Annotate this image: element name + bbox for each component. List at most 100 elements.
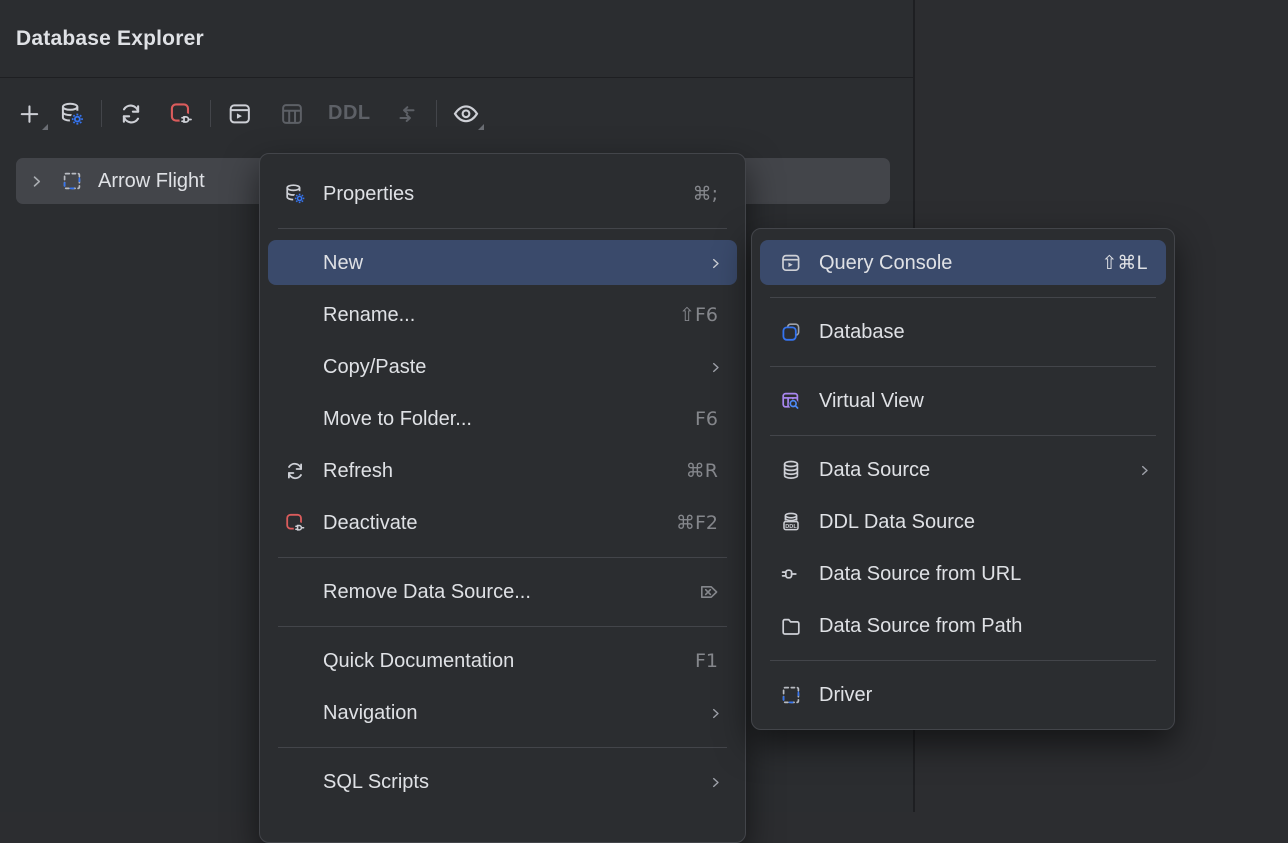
toolbar-separator: [436, 100, 437, 127]
menu-item-database[interactable]: Database: [752, 306, 1174, 358]
icon-placeholder: [283, 407, 307, 431]
menu-item-ddl-data-source[interactable]: DDL DDL Data Source: [752, 496, 1174, 548]
eye-icon: [451, 99, 481, 129]
menu-item-rename[interactable]: Rename... ⇧F6: [260, 289, 745, 341]
icon-placeholder: [283, 251, 307, 275]
icon-placeholder: [283, 355, 307, 379]
virtual-view-icon: [779, 389, 803, 413]
panel-toolbar: DDL: [0, 78, 913, 149]
view-options-button[interactable]: [452, 100, 480, 128]
driver-dashed-icon: [60, 169, 84, 193]
submenu-arrow-icon: [707, 705, 724, 722]
table-icon: [278, 100, 306, 128]
menu-separator: [278, 626, 727, 627]
toolbar-separator: [101, 100, 102, 127]
driver-dashed-icon: [779, 683, 803, 707]
menu-item-shortcut: F6: [695, 408, 718, 430]
menu-item-label: SQL Scripts: [323, 771, 707, 794]
menu-item-shortcut: ⇧F6: [679, 304, 718, 326]
menu-item-copy-paste[interactable]: Copy/Paste: [260, 341, 745, 393]
menu-item-label: Copy/Paste: [323, 356, 707, 379]
menu-item-label: Navigation: [323, 702, 707, 725]
menu-item-deactivate[interactable]: Deactivate ⌘F2: [260, 497, 745, 549]
swap-arrows-icon: [393, 100, 421, 128]
icon-placeholder: [283, 580, 307, 604]
table-view-button: [278, 100, 306, 128]
menu-item-data-source-from-url[interactable]: Data Source from URL: [752, 548, 1174, 600]
dropdown-caret-icon: [478, 124, 484, 130]
folder-icon: [779, 614, 803, 638]
menu-item-label: New: [323, 252, 707, 275]
context-menu: Properties ⌘; New Rename... ⇧F6 Copy/Pas…: [259, 153, 746, 843]
refresh-button[interactable]: [117, 100, 145, 128]
menu-item-label: Refresh: [323, 460, 686, 483]
menu-item-label: Data Source: [819, 459, 1136, 482]
menu-item-label: Virtual View: [819, 390, 1147, 413]
plug-icon: [779, 562, 803, 586]
submenu-arrow-icon: [707, 359, 724, 376]
menu-item-label: Properties: [323, 183, 693, 206]
menu-item-virtual-view[interactable]: Virtual View: [752, 375, 1174, 427]
svg-text:DDL: DDL: [785, 524, 797, 530]
dropdown-caret-icon: [42, 124, 48, 130]
console-play-icon: [226, 100, 254, 128]
jump-to-ddl-button: [393, 100, 421, 128]
menu-item-shortcut: F1: [695, 650, 718, 672]
menu-item-label: Quick Documentation: [323, 650, 695, 673]
refresh-icon: [117, 100, 145, 128]
tree-item-label: Arrow Flight: [98, 170, 205, 193]
menu-item-properties[interactable]: Properties ⌘;: [260, 168, 745, 220]
panel-title: Database Explorer: [16, 27, 204, 51]
menu-item-label: Data Source from Path: [819, 615, 1147, 638]
menu-item-shortcut: ⌘R: [686, 460, 718, 482]
menu-item-label: DDL Data Source: [819, 511, 1147, 534]
data-source-properties-button[interactable]: [58, 100, 86, 128]
menu-item-new[interactable]: New: [260, 237, 745, 289]
deactivate-button[interactable]: [167, 100, 195, 128]
unplug-icon: [167, 100, 195, 128]
menu-separator: [278, 557, 727, 558]
menu-item-query-console[interactable]: Query Console ⇧⌘L: [752, 237, 1174, 289]
menu-item-quick-documentation[interactable]: Quick Documentation F1: [260, 635, 745, 687]
menu-item-label: Database: [819, 321, 1147, 344]
submenu-arrow-icon: [1136, 462, 1153, 479]
icon-placeholder: [283, 701, 307, 725]
database-cylinder-icon: [779, 458, 803, 482]
toolbar-separator: [210, 100, 211, 127]
icon-placeholder: [283, 303, 307, 327]
menu-item-label: Data Source from URL: [819, 563, 1147, 586]
delete-forward-icon: [697, 580, 721, 604]
database-new-icon: [779, 320, 803, 344]
refresh-icon: [283, 459, 307, 483]
add-button[interactable]: [16, 100, 44, 128]
ddl-database-icon: DDL: [779, 510, 803, 534]
menu-separator: [770, 660, 1156, 661]
menu-separator: [770, 297, 1156, 298]
menu-item-shortcut: ⌘;: [693, 183, 718, 205]
console-play-icon: [779, 251, 803, 275]
new-submenu: Query Console ⇧⌘L Database: [751, 228, 1175, 730]
menu-item-move-to-folder[interactable]: Move to Folder... F6: [260, 393, 745, 445]
menu-item-refresh[interactable]: Refresh ⌘R: [260, 445, 745, 497]
menu-item-data-source-from-path[interactable]: Data Source from Path: [752, 600, 1174, 652]
query-console-button[interactable]: [226, 100, 254, 128]
menu-separator: [278, 228, 727, 229]
menu-separator: [278, 747, 727, 748]
menu-item-label: Remove Data Source...: [323, 581, 697, 604]
menu-item-shortcut: ⌘F2: [676, 512, 718, 534]
plus-icon: [17, 101, 43, 127]
database-gear-icon: [283, 182, 307, 206]
submenu-arrow-icon: [707, 255, 724, 272]
menu-item-driver[interactable]: Driver: [752, 669, 1174, 721]
menu-item-remove-data-source[interactable]: Remove Data Source...: [260, 566, 745, 618]
menu-separator: [770, 435, 1156, 436]
menu-item-label: Move to Folder...: [323, 408, 695, 431]
unplug-icon: [283, 511, 307, 535]
chevron-right-icon[interactable]: [24, 172, 48, 191]
menu-item-data-source[interactable]: Data Source: [752, 444, 1174, 496]
icon-placeholder: [283, 649, 307, 673]
database-gear-icon: [58, 100, 86, 128]
menu-item-label: Deactivate: [323, 512, 676, 535]
menu-item-navigation[interactable]: Navigation: [260, 687, 745, 739]
menu-item-sql-scripts[interactable]: SQL Scripts: [260, 756, 745, 808]
